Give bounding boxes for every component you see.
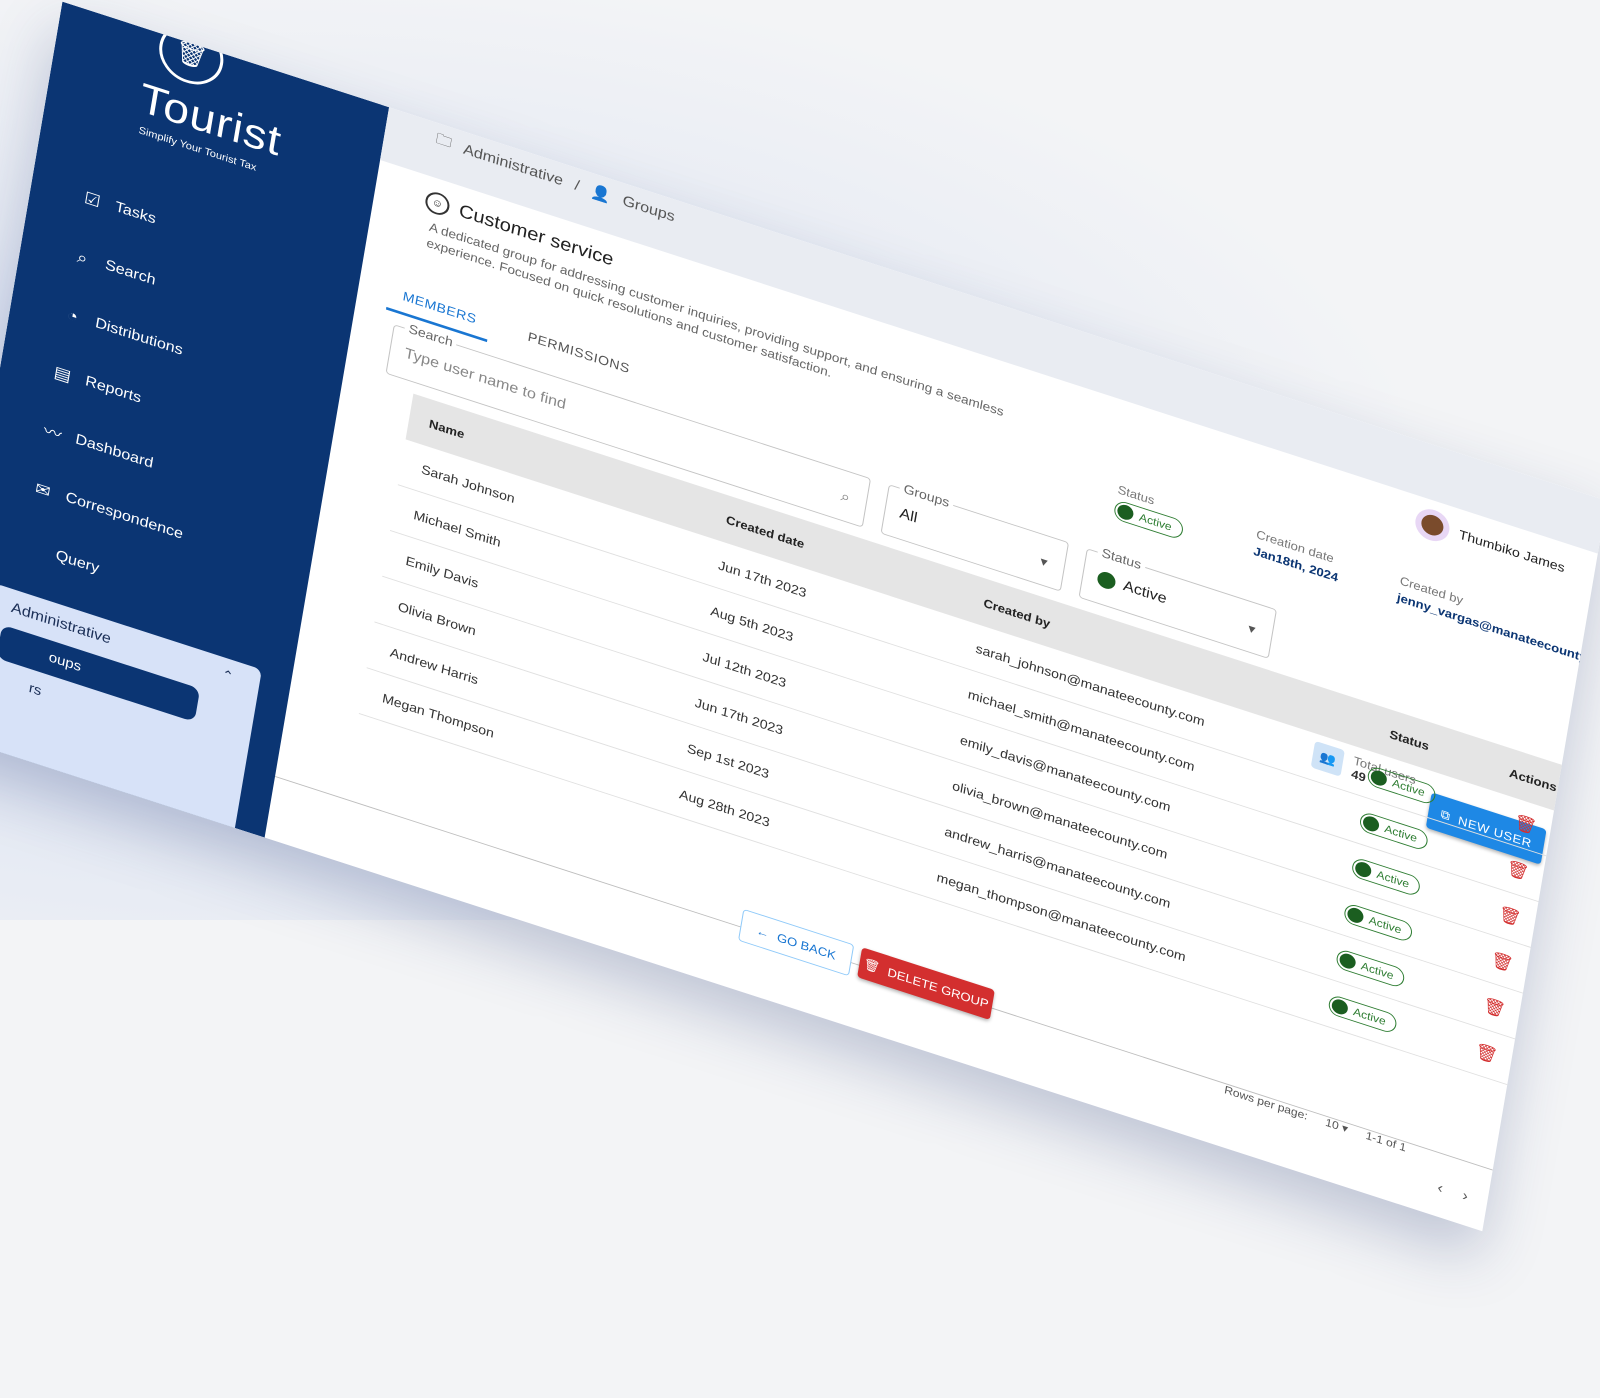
sidebar-item-label: Query [54,547,101,577]
trash-icon: 🗑 [862,956,881,975]
rows-per-page-select[interactable]: 10 ▾ [1324,1116,1349,1136]
status-badge-label: Active [1367,913,1403,936]
status-badge: Active [1358,810,1430,852]
status-badge: Active [1334,947,1407,989]
status-badge-label: Active [1383,821,1419,845]
meta-creation: Creation date Jan18th, 2024 [1253,527,1343,584]
magnifier-icon[interactable]: ⌕ [840,489,851,508]
avatar [1413,504,1452,546]
go-back-button[interactable]: ← GO BACK [738,908,855,977]
arrow-left-icon: ← [755,923,771,941]
status-dot-icon [1116,502,1135,522]
chevron-left-icon[interactable]: ‹ [1436,1180,1444,1198]
delete-icon[interactable]: 🗑 [1497,904,1523,929]
status-dot-icon [1353,859,1373,879]
search-icon: ⌕ [76,246,90,268]
sidebar-item-label: Tasks [113,199,157,228]
delete-group-label: DELETE GROUP [886,964,990,1011]
status-badge: Active [1342,901,1414,943]
mail-icon: ✉ [33,478,52,501]
delete-group-button[interactable]: 🗑 DELETE GROUP [857,947,995,1020]
dropdown-caret-icon: ▼ [1036,554,1051,571]
pagination: Rows per page: 10 ▾ 1-1 of 1 [1223,1083,1407,1154]
person-icon: 👤 [589,183,612,205]
status-badge: Active [1350,855,1422,898]
status-badge-label: Active [1138,510,1173,534]
sidebar-item-label: Distributions [94,315,184,359]
query-icon [22,545,44,552]
sidebar-item-label: Search [104,257,157,289]
rows-per-page-label: Rows per page: [1223,1083,1309,1123]
sidebar-item-label: Dashboard [74,431,155,472]
status-dot-icon [1346,905,1365,925]
chevron-up-icon[interactable]: ⌃ [220,666,235,685]
breadcrumb-separator: / [573,177,581,194]
status-filter-text: Active [1122,578,1168,608]
status-dot-icon [1361,813,1380,833]
meta-status: Status Active [1112,482,1187,541]
dropdown-caret-icon: ▾ [1340,1121,1350,1136]
status-filter-value: Active [1096,569,1168,608]
delete-icon[interactable]: 🗑 [1505,858,1531,883]
status-filter-label: Status [1096,543,1147,574]
sidebar-item-label: Reports [84,373,143,407]
trend-icon: 〰 [42,421,63,445]
sidebar: 🗑 Tourist Simplify Your Tourist Tax ☑ Ta… [0,1,390,846]
status-badge: Active [1327,993,1399,1035]
chevron-right-icon[interactable]: › [1461,1188,1469,1206]
delete-icon[interactable]: 🗑 [1474,1041,1500,1066]
delete-icon[interactable]: 🗑 [1481,995,1507,1020]
meta-created-by: Created by jenny_vargas@manateecounty.co… [1396,574,1600,674]
group-icon: ☺ [423,189,452,218]
status-badge-label: Active [1375,867,1411,891]
pie-chart-icon: ◔ [65,304,80,327]
pagination-nav: ‹ › [1436,1180,1469,1206]
sidebar-admin-section: Administrative ⌃ oups rs [0,583,262,846]
tasks-icon: ☑ [82,187,102,211]
status-badge: Active [1366,764,1438,806]
status-dot-icon [1369,767,1388,788]
main-nav: ☑ Tasks ⌕ Search ◔ Distributions ▤ Repor… [17,167,237,622]
delete-icon[interactable]: 🗑 [1513,812,1539,837]
status-badge-label: Active [1391,775,1426,799]
status-badge-label: Active [1360,958,1395,982]
groups-value: All [898,505,919,527]
delete-icon[interactable]: 🗑 [1489,949,1515,974]
status-dot-icon [1338,950,1357,971]
sidebar-subitem-users[interactable]: rs [28,680,43,699]
rows-per-page-value: 10 [1324,1115,1340,1133]
pagination-range: 1-1 of 1 [1364,1128,1408,1155]
dropdown-caret-icon: ▼ [1244,621,1259,638]
report-icon: ▤ [52,362,73,386]
briefcase-icon: 🗀 [434,131,454,152]
status-badge-label: Active [1352,1004,1387,1028]
go-back-label: GO BACK [776,929,837,962]
status-dot-icon [1096,569,1117,592]
groups-label: Groups [898,479,955,512]
